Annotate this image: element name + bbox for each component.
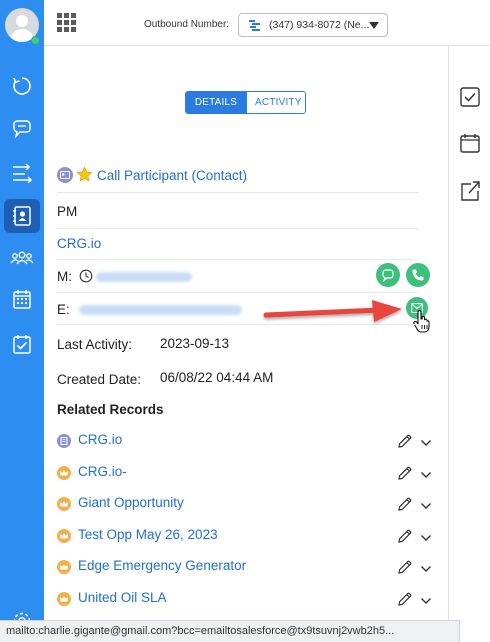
outbound-number-label: Outbound Number: [144,19,230,30]
crown-icon [57,592,71,606]
last-activity-label: Last Activity: [57,337,133,352]
transfer-icon[interactable] [9,159,35,185]
chevron-down-icon[interactable] [420,467,432,485]
crown-icon [57,466,71,480]
edit-pencil-icon[interactable] [397,559,413,580]
chevron-down-icon[interactable] [420,498,432,516]
related-record-row[interactable]: CRG.io- [57,462,437,486]
divider [57,228,419,229]
calendar-icon[interactable] [459,132,481,154]
contacts-icon[interactable] [4,199,40,233]
top-bar: Outbound Number: (347) 934-8072 (Ne... [44,0,490,46]
tab-activity[interactable]: ACTIVITY [246,92,305,113]
created-date-value: 06/08/22 04:44 AM [160,370,274,385]
dialer-app: Outbound Number: (347) 934-8072 (Ne... D… [0,0,490,642]
outbound-number-select[interactable]: (347) 934-8072 (Ne... [238,13,388,37]
outbound-number-value: (347) 934-8072 (Ne... [269,19,370,31]
crown-icon [57,497,71,511]
star-favorite-icon[interactable] [76,166,93,188]
related-record-row[interactable]: CRG.io [57,430,437,454]
tab-details[interactable]: DETAILS [186,92,246,113]
sms-icon [382,269,394,282]
detail-tabs: DETAILS ACTIVITY [185,91,306,114]
related-record-name[interactable]: Giant Opportunity [78,495,184,510]
email-label: E: [57,302,70,317]
created-date-label: Created Date: [57,372,142,387]
right-rail [448,46,490,642]
related-record-name[interactable]: CRG.io- [78,464,127,479]
last-activity-value: 2023-09-13 [160,336,230,351]
divider [57,292,419,293]
browser-status-bar: mailto:charlie.gigante@gmail.com?bcc=ema… [0,620,460,642]
sms-button[interactable] [376,263,400,287]
clock-icon [79,269,93,288]
tasks-icon[interactable] [9,331,35,357]
related-record-row[interactable]: Edge Emergency Generator [57,556,437,580]
divider [57,192,419,193]
edit-pencil-icon[interactable] [397,591,413,612]
edit-pencil-icon[interactable] [397,433,413,454]
call-button[interactable] [406,263,430,287]
edit-pencil-icon[interactable] [397,465,413,486]
edit-pencil-icon[interactable] [397,496,413,517]
chevron-down-icon [369,22,379,29]
related-record-name[interactable]: Edge Emergency Generator [78,558,246,573]
phone-icon [412,269,424,281]
divider [57,259,419,260]
red-arrow-annotation [262,296,406,331]
apps-grid-icon[interactable] [57,13,77,33]
account-icon [57,434,71,448]
chevron-down-icon[interactable] [420,593,432,611]
external-link-icon[interactable] [459,180,481,202]
crown-icon [57,560,71,574]
chevron-down-icon[interactable] [420,561,432,579]
team-icon[interactable] [9,245,35,271]
left-sidebar [0,0,44,642]
presence-online-icon [31,36,40,45]
related-record-name[interactable]: Test Opp May 26, 2023 [78,527,218,542]
email-address-redacted[interactable] [79,305,242,315]
contact-icon [57,167,73,183]
chevron-down-icon[interactable] [420,435,432,453]
related-record-row[interactable]: United Oil SLA [57,588,437,612]
mobile-number-redacted[interactable] [96,272,192,282]
related-records-title: Related Records [57,402,164,417]
related-record-row[interactable]: Giant Opportunity [57,493,437,517]
refresh-icon[interactable] [9,73,35,99]
number-list-icon [247,19,263,38]
related-record-name[interactable]: United Oil SLA [78,590,167,605]
account-link[interactable]: CRG.io [57,236,101,251]
edit-pencil-icon[interactable] [397,528,413,549]
chevron-down-icon[interactable] [420,530,432,548]
contact-title: PM [57,204,78,219]
task-check-icon[interactable] [459,86,481,108]
chat-icon[interactable] [9,116,35,142]
related-record-name[interactable]: CRG.io [78,432,122,447]
related-record-row[interactable]: Test Opp May 26, 2023 [57,525,437,549]
crown-icon [57,529,71,543]
mobile-label: M: [57,269,72,284]
calendar-icon[interactable] [9,286,35,312]
contact-name-link[interactable]: Call Participant (Contact) [97,168,247,183]
